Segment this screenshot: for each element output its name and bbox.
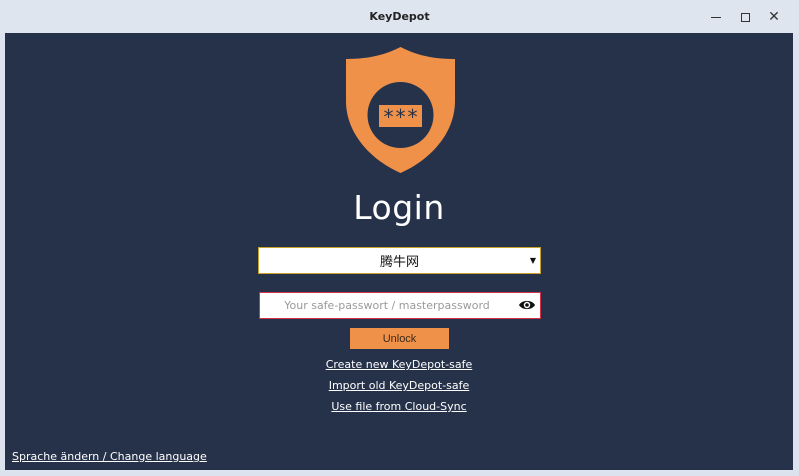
create-safe-link-row: Create new KeyDepot-safe [5,358,793,371]
shield-lock-icon: *** [346,47,455,173]
eye-icon[interactable] [518,298,536,312]
password-field[interactable] [259,292,541,319]
cloud-sync-link-row: Use file from Cloud-Sync [5,400,793,413]
cloud-sync-link[interactable]: Use file from Cloud-Sync [331,400,466,413]
login-panel: *** Login 腾牛网 ▼ Unlock Create new KeyDep… [5,33,793,470]
change-language-link[interactable]: Sprache ändern / Change language [12,450,207,463]
minimize-icon [711,16,721,18]
title-bar[interactable]: KeyDepot ✕ [0,0,799,34]
password-input[interactable] [262,295,512,316]
unlock-button[interactable]: Unlock [350,328,449,349]
page-title: Login [353,188,445,227]
create-safe-link[interactable]: Create new KeyDepot-safe [326,358,473,371]
import-safe-link-row: Import old KeyDepot-safe [5,379,793,392]
logo-password-mask: *** [382,105,418,129]
close-button[interactable]: ✕ [761,6,787,28]
dropdown-arrow-icon: ▼ [529,256,536,265]
app-window: KeyDepot ✕ *** Login 腾牛网 ▼ Unlock Create… [0,0,799,476]
minimize-button[interactable] [703,6,729,28]
safe-select-value: 腾牛网 [379,255,419,270]
close-icon: ✕ [768,9,780,25]
maximize-icon [740,12,750,22]
window-title: KeyDepot [369,10,430,23]
import-safe-link[interactable]: Import old KeyDepot-safe [329,379,470,392]
safe-select[interactable]: 腾牛网 ▼ [258,247,541,274]
maximize-button[interactable] [732,6,758,28]
